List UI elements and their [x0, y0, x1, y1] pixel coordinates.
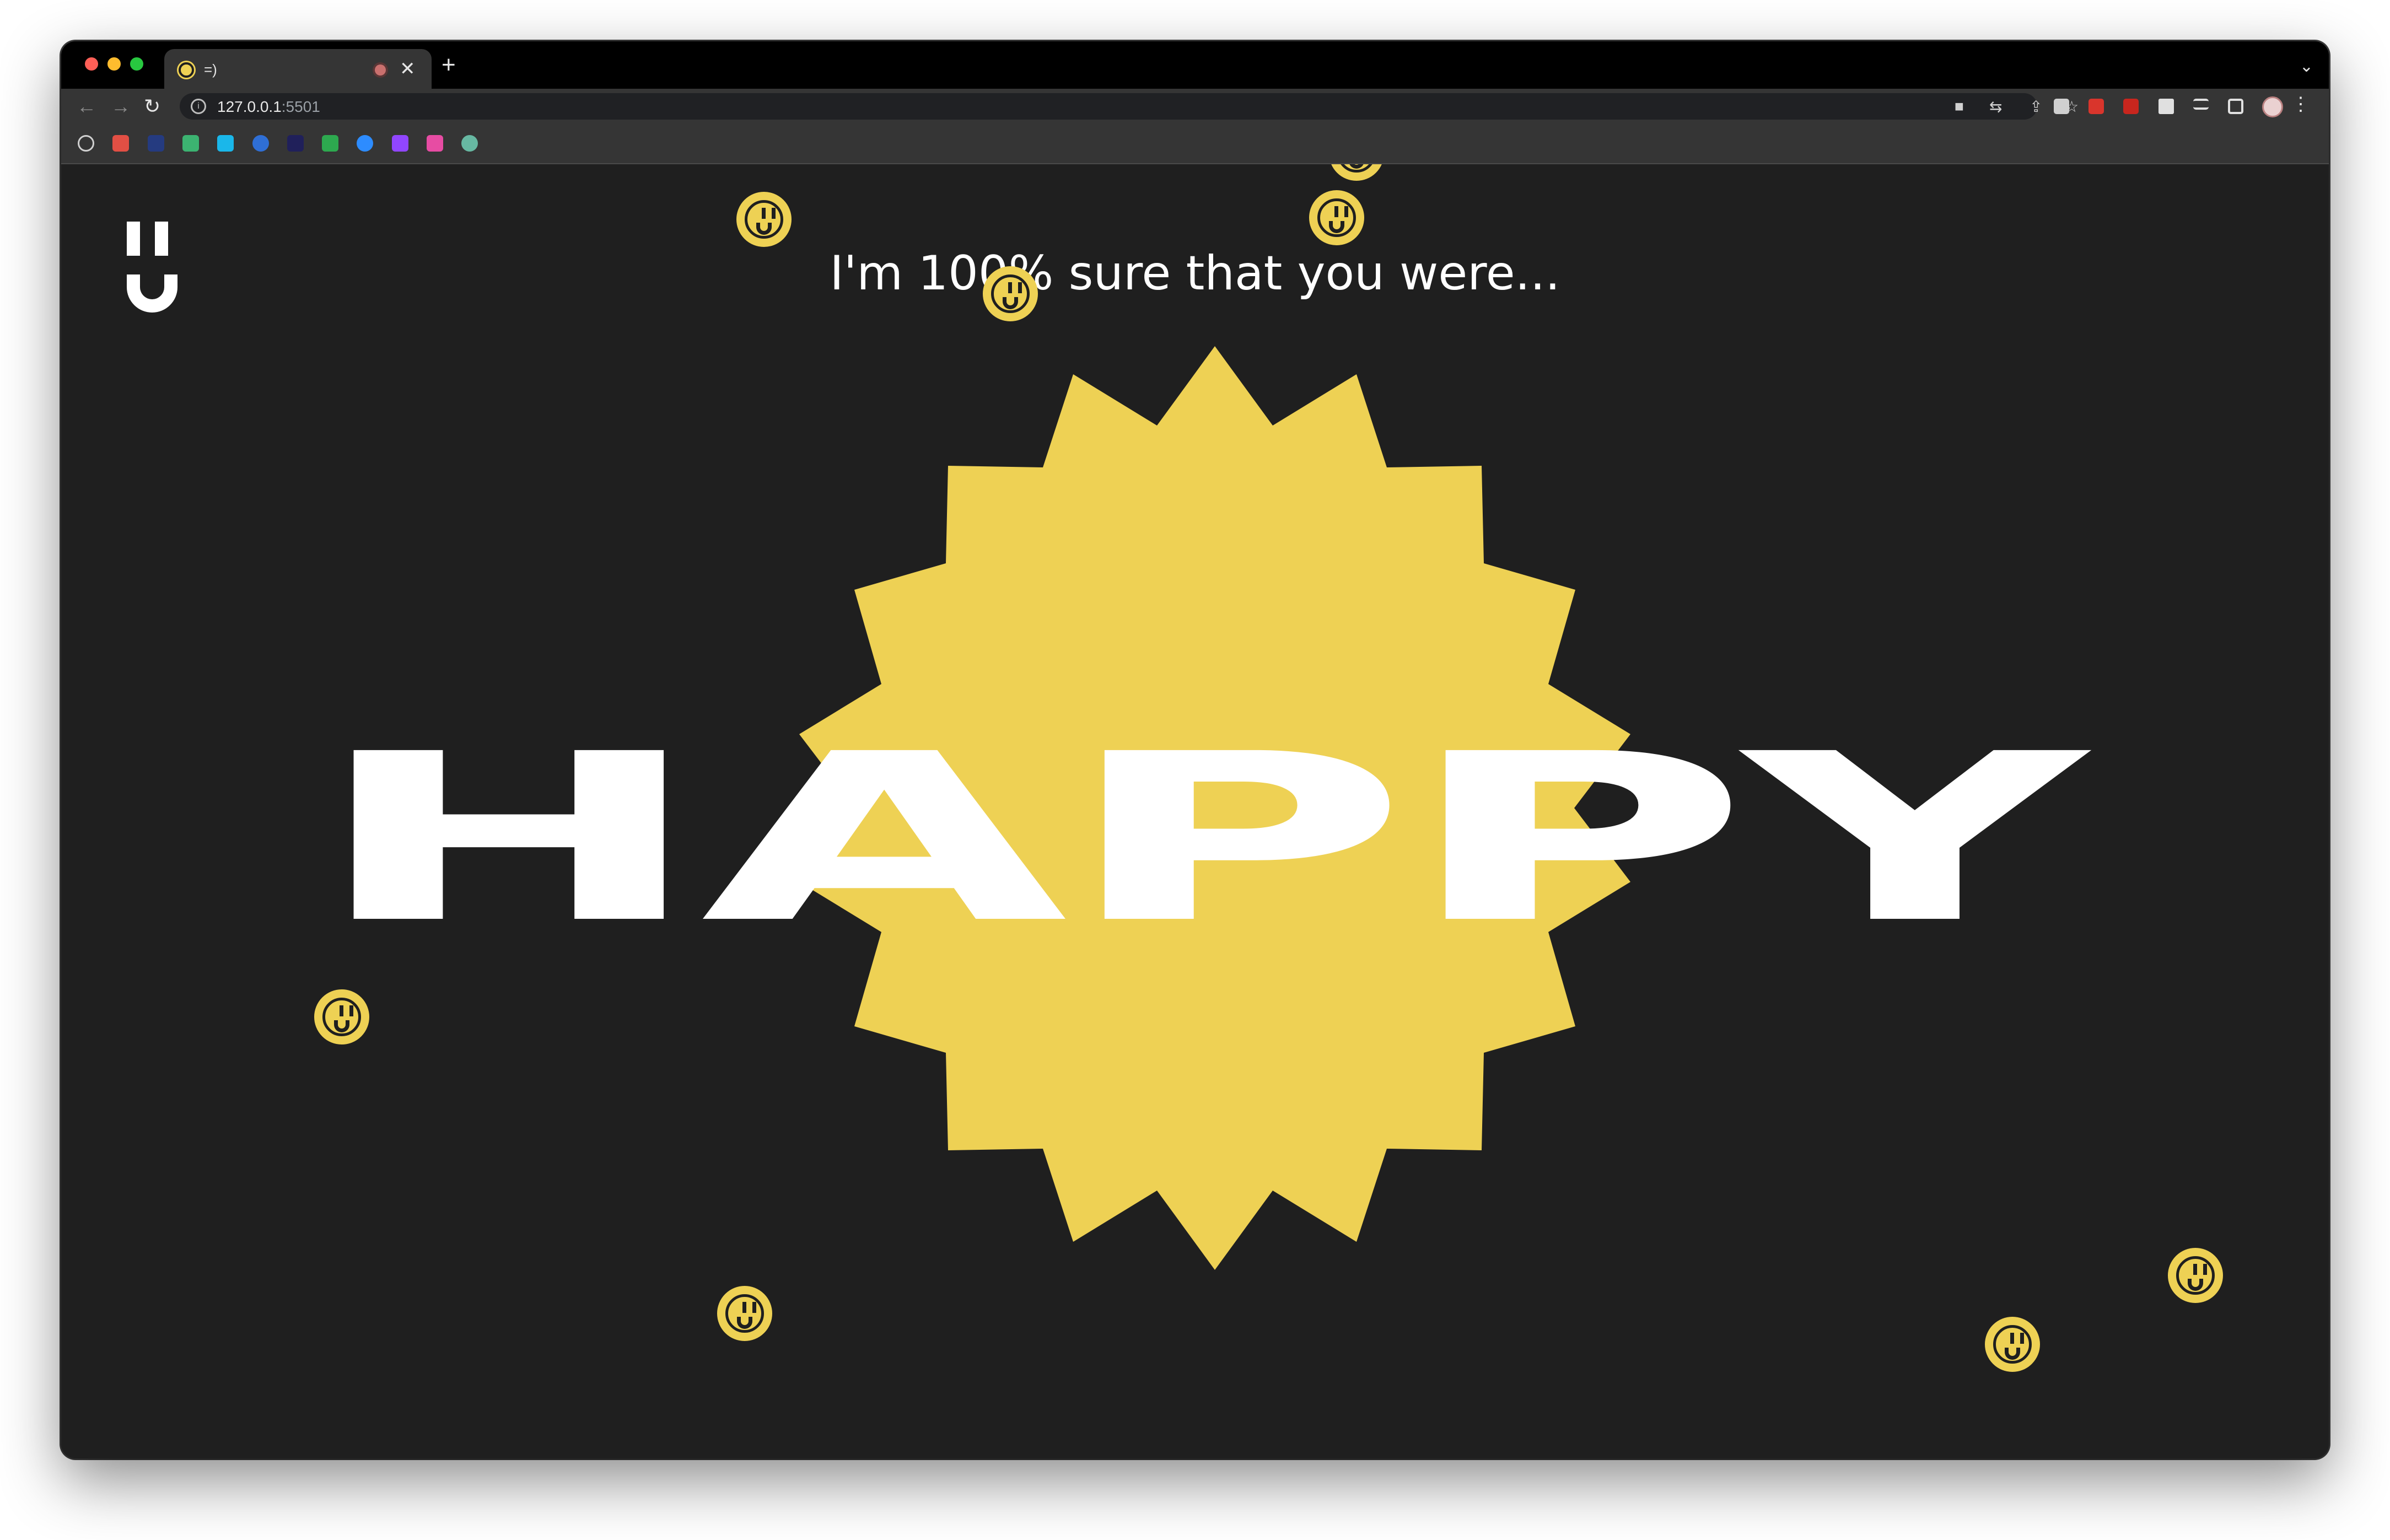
tab-bar: =) ✕ + ⌄: [61, 41, 2329, 89]
page-viewport: I'm 100% sure that you were... HAPPY: [61, 164, 2329, 1458]
url-host: 127.0.0.1: [217, 98, 282, 115]
reading-list-icon[interactable]: [2193, 99, 2209, 110]
close-window-button[interactable]: [85, 57, 98, 71]
share-icon[interactable]: ⇪: [2030, 98, 2042, 116]
acrobat-icon[interactable]: [2123, 99, 2139, 114]
vimeo-icon[interactable]: [217, 135, 234, 152]
bookmarks-bar: [61, 124, 2329, 164]
profile-avatar[interactable]: [2262, 96, 2283, 117]
camera-icon[interactable]: ■: [1955, 98, 1964, 115]
url-text[interactable]: 127.0.0.1:5501: [217, 98, 320, 116]
twitch-icon[interactable]: [392, 135, 408, 152]
zoom-icon[interactable]: [357, 135, 373, 152]
forward-button[interactable]: →: [111, 94, 131, 119]
menu-icon[interactable]: ⋮: [2291, 93, 2310, 115]
browser-window: =) ✕ + ⌄ ← → ↻ i 127.0.0.1:5501 ■ ⇆ ⇪ ☆ …: [61, 41, 2329, 1458]
smiley-face-icon: [717, 1286, 772, 1341]
address-bar[interactable]: i 127.0.0.1:5501 ■ ⇆ ⇪ ☆: [180, 93, 2079, 120]
translate-icon[interactable]: ⇆: [1989, 98, 2002, 116]
smiley-face-icon: [983, 266, 1038, 321]
smiley-face-icon: [1985, 1317, 2040, 1372]
happy-word: HAPPY: [310, 704, 2086, 974]
tab-title: =): [204, 61, 217, 78]
url-port: :5501: [281, 98, 320, 115]
side-panel-icon[interactable]: [2228, 99, 2243, 114]
browser-toolbar: ← → ↻ i 127.0.0.1:5501 ■ ⇆ ⇪ ☆ ⋮: [61, 89, 2329, 124]
headline: I'm 100% sure that you were...: [830, 246, 1560, 301]
smiley-favicon-icon: [179, 62, 194, 78]
smiley-face-icon: [1309, 190, 1364, 245]
reload-button[interactable]: ↻: [144, 94, 160, 119]
play-icon[interactable]: [252, 135, 269, 152]
close-tab-button[interactable]: ✕: [400, 58, 416, 80]
extension-1-icon[interactable]: [2054, 99, 2069, 114]
browser-tab[interactable]: =) ✕: [164, 49, 432, 89]
smiley-face-icon: [314, 989, 369, 1044]
extension-2-icon[interactable]: [2088, 99, 2104, 114]
bookmark-teal-icon[interactable]: [461, 135, 478, 152]
tab-search-button[interactable]: ⌄: [2300, 57, 2313, 76]
smiley-face-icon: [1329, 164, 1384, 181]
puzzle-icon[interactable]: [2158, 99, 2174, 114]
bookmark-v-icon[interactable]: [182, 135, 199, 152]
paypal-icon[interactable]: [148, 135, 164, 152]
smiley-face-icon: [2168, 1248, 2223, 1303]
gmail-icon[interactable]: [112, 135, 129, 152]
bookmark-dark-icon[interactable]: [287, 135, 304, 152]
maximize-window-button[interactable]: [130, 57, 143, 71]
history-icon[interactable]: [78, 135, 94, 152]
smiley-face-icon: [736, 192, 792, 247]
minimize-window-button[interactable]: [107, 57, 121, 71]
bookmark-pink-icon[interactable]: [427, 135, 443, 152]
back-button[interactable]: ←: [77, 94, 96, 119]
drive-icon[interactable]: [322, 135, 338, 152]
new-tab-button[interactable]: +: [442, 51, 456, 79]
recording-indicator-icon: [375, 64, 386, 76]
info-icon[interactable]: i: [191, 99, 206, 114]
